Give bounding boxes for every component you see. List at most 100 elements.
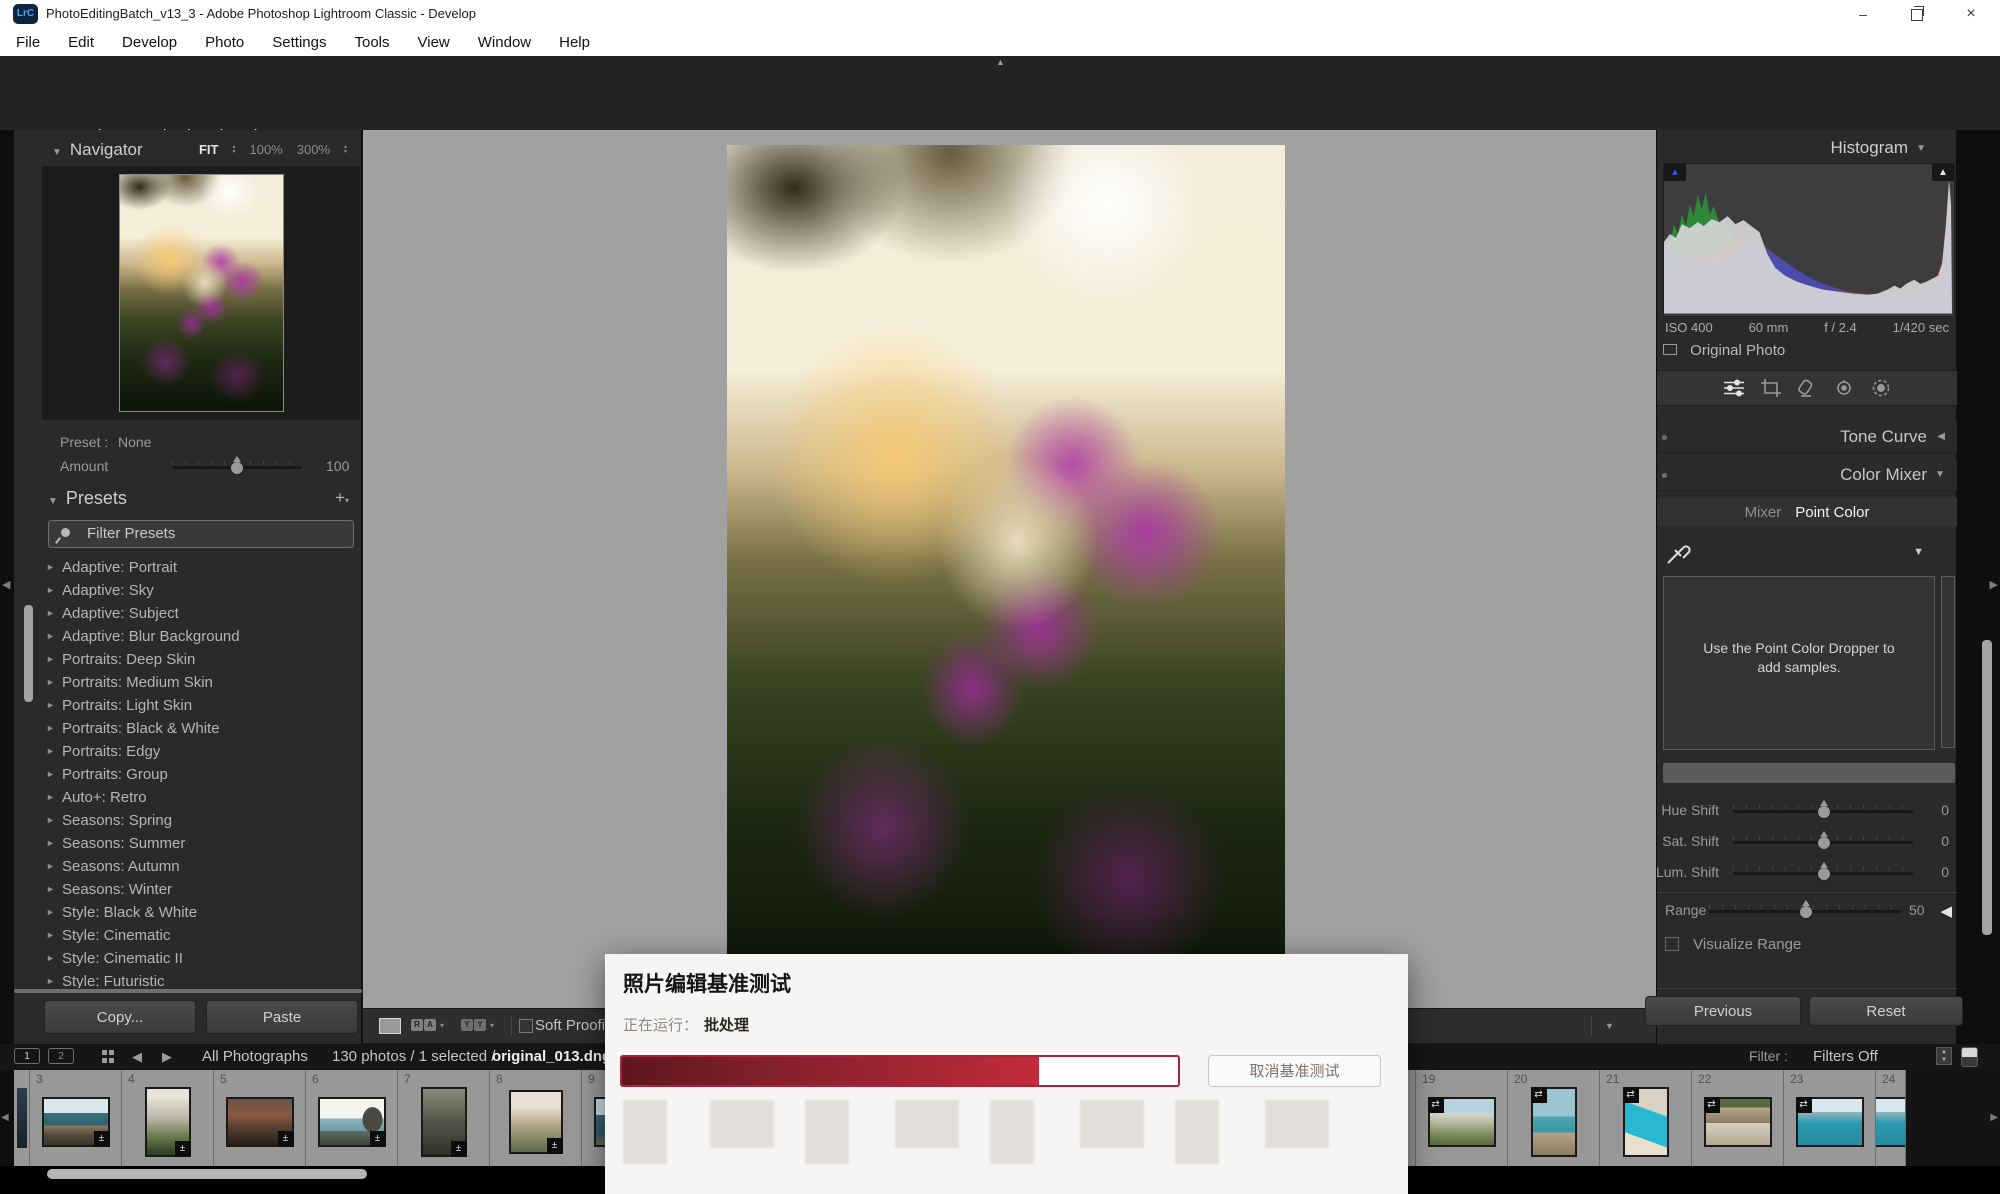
- paste-button[interactable]: Paste: [206, 1000, 358, 1034]
- adjustment-badge-icon[interactable]: ±: [547, 1138, 563, 1154]
- slider-thumb[interactable]: [1817, 836, 1831, 850]
- preset-group-row[interactable]: ► Seasons: Winter: [14, 878, 362, 901]
- disclosure-triangle-icon[interactable]: ►: [46, 901, 55, 924]
- zoom-stepper2-icon[interactable]: ▴▾: [344, 145, 347, 155]
- preset-group-row[interactable]: ► Adaptive: Blur Background: [14, 625, 362, 648]
- red-eye-tool-icon[interactable]: [1833, 380, 1855, 396]
- preset-group-row[interactable]: ► Portraits: Deep Skin: [14, 648, 362, 671]
- masking-tool-icon[interactable]: [1871, 379, 1891, 397]
- filmstrip-cell[interactable]: 22 ⇄: [1692, 1070, 1784, 1166]
- mixer-tab[interactable]: Mixer: [1745, 504, 1782, 521]
- disclosure-triangle-icon[interactable]: ▼: [1916, 143, 1926, 154]
- preset-group-row[interactable]: ► Seasons: Autumn: [14, 855, 362, 878]
- minimize-button[interactable]: –: [1840, 0, 1886, 28]
- preset-group-row[interactable]: ► Portraits: Black & White: [14, 717, 362, 740]
- sync-badge-icon[interactable]: ⇄: [1796, 1097, 1812, 1113]
- filter-value-dropdown[interactable]: Filters Off: [1813, 1048, 1878, 1065]
- highlight-clipping-icon[interactable]: ▲: [1932, 164, 1954, 181]
- chevron-down-icon[interactable]: ▾: [440, 1021, 444, 1030]
- panel-toggle-dot[interactable]: [1662, 435, 1667, 440]
- filmstrip-cell[interactable]: 24: [1876, 1070, 1906, 1166]
- menu-item[interactable]: Photo: [205, 34, 244, 51]
- filmstrip-cell[interactable]: 4 ±: [122, 1070, 214, 1166]
- mixer-tab[interactable]: Point Color: [1795, 504, 1869, 521]
- disclosure-triangle-icon[interactable]: ►: [46, 947, 55, 970]
- adjustment-badge-icon[interactable]: ±: [175, 1141, 191, 1157]
- slider-thumb[interactable]: [1817, 805, 1831, 819]
- soft-proofing-checkbox[interactable]: [519, 1019, 533, 1033]
- primary-screen-button[interactable]: 1: [14, 1048, 40, 1064]
- menu-item[interactable]: Settings: [272, 34, 326, 51]
- basic-adjust-icon[interactable]: [1723, 379, 1745, 397]
- filmstrip-cell[interactable]: 20 ⇄: [1508, 1070, 1600, 1166]
- previous-button[interactable]: Previous: [1645, 996, 1801, 1026]
- preset-group-row[interactable]: ► Adaptive: Portrait: [14, 556, 362, 579]
- navigator-preview[interactable]: [42, 166, 360, 420]
- shadow-clipping-icon[interactable]: ▲: [1664, 164, 1686, 181]
- loupe-view-icon[interactable]: [379, 1018, 401, 1034]
- preset-group-row[interactable]: ► Adaptive: Sky: [14, 579, 362, 602]
- disclosure-triangle-icon[interactable]: ►: [46, 763, 55, 786]
- chevron-down-icon[interactable]: ▼: [1913, 546, 1924, 558]
- main-photo[interactable]: [727, 145, 1285, 1008]
- zoom-100-option[interactable]: 100%: [249, 142, 282, 157]
- original-photo-row[interactable]: Original Photo: [1663, 342, 1785, 359]
- adjustment-badge-icon[interactable]: ±: [278, 1131, 294, 1147]
- preset-group-row[interactable]: ► Portraits: Light Skin: [14, 694, 362, 717]
- disclosure-triangle-icon[interactable]: ►: [46, 625, 55, 648]
- slider-thumb[interactable]: [1817, 867, 1831, 881]
- menu-item[interactable]: File: [16, 34, 40, 51]
- left-panel-collapse-arrow[interactable]: ◀: [2, 578, 10, 591]
- next-photo-arrow[interactable]: ▶: [162, 1049, 172, 1065]
- slider-track[interactable]: [1733, 810, 1913, 813]
- current-filename[interactable]: original_013.dng: [492, 1048, 611, 1065]
- filter-presets-input[interactable]: Filter Presets: [48, 520, 354, 548]
- range-expand-icon[interactable]: ◀: [1940, 902, 1952, 920]
- disclosure-triangle-icon[interactable]: ►: [46, 924, 55, 947]
- close-button[interactable]: ×: [1948, 0, 1994, 28]
- preset-group-row[interactable]: ► Portraits: Medium Skin: [14, 671, 362, 694]
- menu-item[interactable]: Window: [478, 34, 531, 51]
- adjustment-badge-icon[interactable]: ±: [370, 1131, 386, 1147]
- healing-tool-icon[interactable]: [1797, 379, 1817, 397]
- disclosure-triangle-icon[interactable]: ►: [46, 648, 55, 671]
- disclosure-triangle-icon[interactable]: ►: [46, 717, 55, 740]
- preset-group-row[interactable]: ► Style: Black & White: [14, 901, 362, 924]
- sync-badge-icon[interactable]: ⇄: [1428, 1097, 1444, 1113]
- menu-item[interactable]: Develop: [122, 34, 177, 51]
- amount-slider[interactable]: [172, 466, 302, 469]
- preset-group-row[interactable]: ► Portraits: Group: [14, 763, 362, 786]
- disclosure-triangle-icon[interactable]: ►: [46, 602, 55, 625]
- chevron-down-icon[interactable]: ▼: [1935, 469, 1945, 480]
- filmstrip-cell[interactable]: 3 ±: [30, 1070, 122, 1166]
- disclosure-triangle-icon[interactable]: ►: [46, 832, 55, 855]
- filmstrip-cell[interactable]: 6 ±: [306, 1070, 398, 1166]
- preset-group-row[interactable]: ► Adaptive: Subject: [14, 602, 362, 625]
- secondary-screen-button[interactable]: 2: [48, 1048, 74, 1064]
- color-mixer-panel-header[interactable]: Color Mixer ▼: [1657, 460, 1957, 491]
- filmstrip-cell[interactable]: [14, 1070, 30, 1166]
- preset-group-row[interactable]: ► Auto+: Retro: [14, 786, 362, 809]
- filmstrip-cell[interactable]: 21 ⇄: [1600, 1070, 1692, 1166]
- disclosure-triangle-icon[interactable]: ►: [46, 809, 55, 832]
- filmstrip-cell[interactable]: 7 ±: [398, 1070, 490, 1166]
- restore-button[interactable]: [1894, 0, 1940, 28]
- previous-photo-arrow[interactable]: ◀: [132, 1049, 142, 1065]
- range-slider-thumb[interactable]: [1799, 905, 1813, 919]
- filmstrip-scrollbar-thumb[interactable]: [47, 1169, 367, 1179]
- preset-group-row[interactable]: ► Style: Futuristic: [14, 970, 362, 988]
- preset-group-row[interactable]: ► Style: Cinematic II: [14, 947, 362, 970]
- disclosure-triangle-icon[interactable]: ►: [46, 579, 55, 602]
- filmstrip-cell[interactable]: 5 ±: [214, 1070, 306, 1166]
- disclosure-triangle-icon[interactable]: ►: [46, 556, 55, 579]
- top-panel-collapse-arrow[interactable]: ▲: [996, 57, 1005, 67]
- disclosure-triangle-icon[interactable]: ►: [46, 855, 55, 878]
- amount-slider-thumb[interactable]: [230, 461, 244, 475]
- panel-toggle-dot[interactable]: [1662, 473, 1667, 478]
- range-slider[interactable]: [1709, 910, 1901, 913]
- filmstrip-scroll-right-arrow[interactable]: ▶: [1990, 1112, 1998, 1123]
- preset-group-row[interactable]: ► Seasons: Summer: [14, 832, 362, 855]
- navigator-header[interactable]: ▼Navigator: [52, 140, 143, 160]
- copy-button[interactable]: Copy...: [44, 1000, 196, 1034]
- right-panel-collapse-arrow[interactable]: ▶: [1990, 578, 1998, 591]
